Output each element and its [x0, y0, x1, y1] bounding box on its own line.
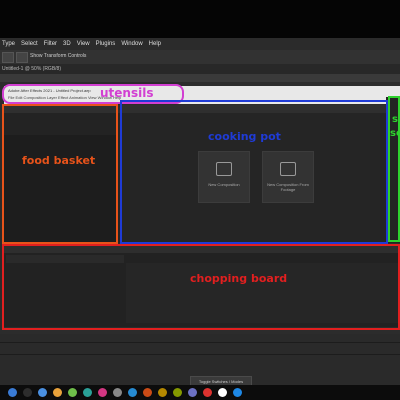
taskbar-app-icon[interactable]: [128, 388, 137, 397]
menu-item-select[interactable]: Select: [21, 41, 38, 47]
timeline-row: [0, 354, 400, 365]
taskbar-app-icon[interactable]: [158, 388, 167, 397]
taskbar-app-icon[interactable]: [203, 388, 212, 397]
menu-item-3d[interactable]: 3D: [63, 41, 71, 47]
options-bar: Show Transform Controls: [0, 50, 400, 65]
menu-item-help[interactable]: Help: [149, 41, 161, 47]
taskbar-app-icon[interactable]: [113, 388, 122, 397]
utensils-annotation-label: utensils: [100, 86, 154, 100]
food-basket-annotation-label: food basket: [22, 154, 96, 167]
auto-select-checkbox[interactable]: [16, 52, 28, 63]
move-tool-icon[interactable]: [2, 52, 14, 63]
menu-item-plugins[interactable]: Plugins: [96, 41, 116, 47]
taskbar-app-icon[interactable]: [173, 388, 182, 397]
side-panel-annotation-label-2: se: [390, 128, 400, 139]
taskbar-app-icon[interactable]: [38, 388, 47, 397]
document-tab-bar: Untitled-1 @ 50% (RGB/8): [0, 64, 400, 74]
taskbar: [0, 385, 400, 400]
menu-item-type[interactable]: Type: [2, 41, 15, 47]
taskbar-app-icon[interactable]: [53, 388, 62, 397]
taskbar-app-icon[interactable]: [23, 388, 32, 397]
taskbar-app-icon[interactable]: [233, 388, 242, 397]
taskbar-app-icon[interactable]: [188, 388, 197, 397]
taskbar-app-icon[interactable]: [218, 388, 227, 397]
taskbar-app-icon[interactable]: [8, 388, 17, 397]
timeline-row: [0, 342, 400, 353]
show-transform-controls-label: Show Transform Controls: [30, 53, 87, 59]
menu-bar: Type Select Filter 3D View Plugins Windo…: [0, 38, 400, 50]
taskbar-app-icon[interactable]: [98, 388, 107, 397]
chopping-board-annotation-label: chopping board: [190, 272, 288, 285]
food-basket-annotation-box: [2, 104, 118, 244]
document-tab[interactable]: Untitled-1 @ 50% (RGB/8): [2, 66, 61, 72]
side-panel-annotation-label: s: [392, 114, 398, 125]
menu-item-view[interactable]: View: [77, 41, 90, 47]
cooking-pot-annotation-box: [120, 100, 388, 244]
menu-item-filter[interactable]: Filter: [44, 41, 57, 47]
chopping-board-annotation-box: [2, 244, 400, 330]
top-dark-strip: [0, 0, 400, 38]
cooking-pot-annotation-label: cooking pot: [208, 130, 281, 143]
taskbar-app-icon[interactable]: [83, 388, 92, 397]
taskbar-app-icon[interactable]: [68, 388, 77, 397]
menu-item-window[interactable]: Window: [121, 41, 142, 47]
taskbar-app-icon[interactable]: [143, 388, 152, 397]
